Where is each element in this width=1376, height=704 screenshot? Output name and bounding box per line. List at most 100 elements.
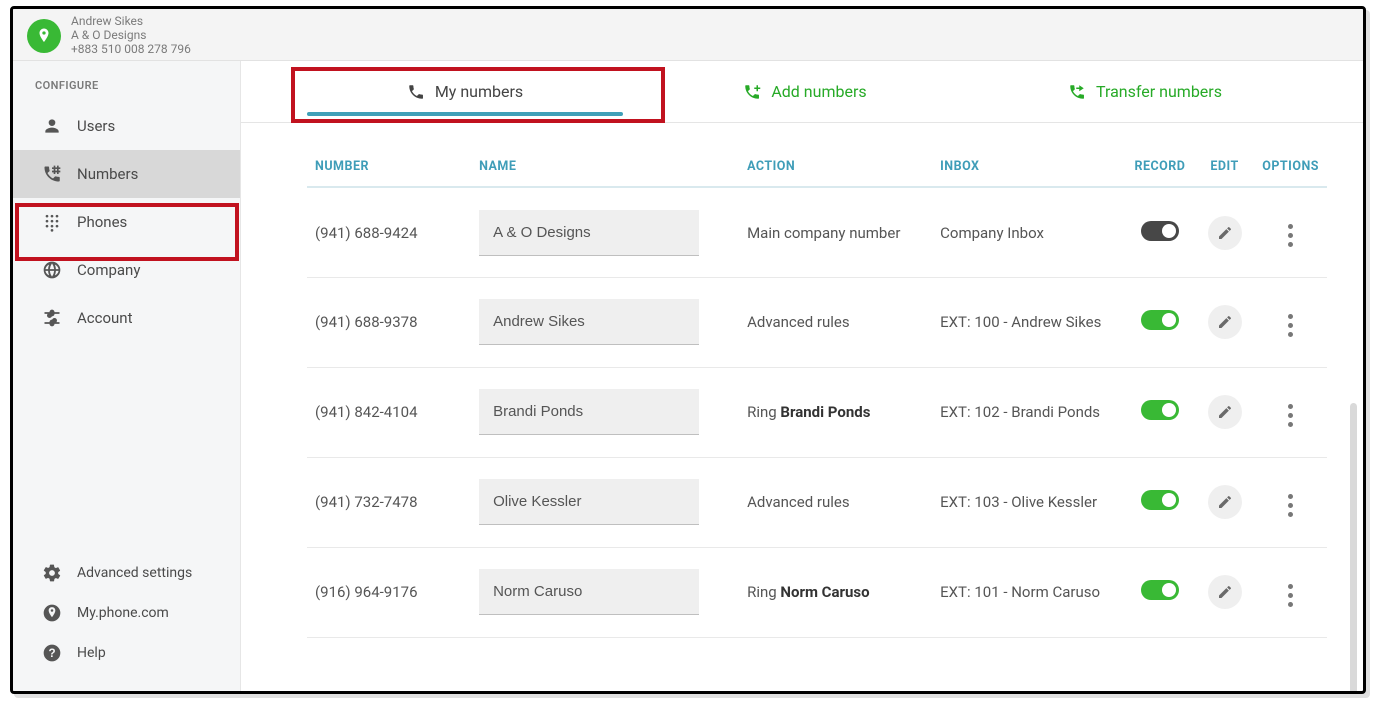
scrollbar[interactable] bbox=[1350, 403, 1357, 691]
action-prefix: Ring bbox=[747, 403, 780, 421]
action-prefix: Main company number bbox=[747, 224, 900, 242]
name-input[interactable] bbox=[479, 479, 699, 525]
sidebar-item-numbers[interactable]: Numbers bbox=[13, 150, 240, 198]
help-icon: ? bbox=[41, 643, 63, 663]
cell-record bbox=[1125, 367, 1195, 457]
sidebar-item-label: My.phone.com bbox=[77, 605, 169, 621]
th-options: OPTIONS bbox=[1254, 147, 1327, 187]
record-toggle[interactable] bbox=[1141, 221, 1179, 241]
sidebar-item-phones[interactable]: Phones bbox=[13, 198, 240, 246]
sidebar-item-advanced-settings[interactable]: Advanced settings bbox=[13, 553, 240, 593]
cell-options bbox=[1254, 367, 1327, 457]
header-info: Andrew Sikes A & O Designs +883 510 008 … bbox=[71, 15, 191, 56]
sidebar-item-account[interactable]: Account bbox=[13, 294, 240, 342]
number-text: (941) 688-9378 bbox=[315, 313, 418, 331]
cell-action: Ring Norm Caruso bbox=[739, 547, 932, 637]
number-text: (941) 842-4104 bbox=[315, 403, 418, 421]
options-button[interactable] bbox=[1276, 490, 1306, 520]
inbox-text: EXT: 101 - Norm Caruso bbox=[940, 583, 1100, 601]
cell-number: (916) 964-9176 bbox=[307, 547, 471, 637]
svg-text:?: ? bbox=[48, 647, 55, 660]
options-button[interactable] bbox=[1276, 310, 1306, 340]
tab-add-numbers[interactable]: Add numbers bbox=[635, 61, 975, 122]
sliders-icon bbox=[41, 308, 63, 328]
sidebar-item-users[interactable]: Users bbox=[13, 102, 240, 150]
edit-button[interactable] bbox=[1208, 305, 1242, 339]
header-user-name: Andrew Sikes bbox=[71, 15, 191, 29]
sidebar-item-label: Account bbox=[77, 309, 133, 327]
cell-inbox: Company Inbox bbox=[932, 187, 1125, 277]
pencil-icon bbox=[1217, 584, 1233, 600]
cell-action: Advanced rules bbox=[739, 457, 932, 547]
cell-name bbox=[471, 547, 739, 637]
brand-logo[interactable] bbox=[27, 19, 61, 53]
cell-inbox: EXT: 100 - Andrew Sikes bbox=[932, 277, 1125, 367]
edit-button[interactable] bbox=[1208, 395, 1242, 429]
table-row: (941) 732-7478 Advanced rules EXT: 103 -… bbox=[307, 457, 1327, 547]
sidebar-item-company[interactable]: Company bbox=[13, 246, 240, 294]
sidebar-item-help[interactable]: ? Help bbox=[13, 633, 240, 673]
number-text: (941) 732-7478 bbox=[315, 493, 418, 511]
th-edit: EDIT bbox=[1195, 147, 1254, 187]
action-bold: Norm Caruso bbox=[780, 583, 869, 601]
tabs: My numbers Add numbers Transfer numbers bbox=[241, 61, 1363, 123]
options-button[interactable] bbox=[1276, 400, 1306, 430]
options-button[interactable] bbox=[1276, 580, 1306, 610]
action-bold: Brandi Ponds bbox=[780, 403, 870, 421]
action-prefix: Advanced rules bbox=[747, 493, 850, 511]
numbers-table: NUMBER NAME ACTION INBOX RECORD EDIT OPT… bbox=[307, 147, 1327, 638]
record-toggle[interactable] bbox=[1141, 400, 1179, 420]
name-input[interactable] bbox=[479, 569, 699, 615]
edit-button[interactable] bbox=[1208, 216, 1242, 250]
cell-number: (941) 688-9378 bbox=[307, 277, 471, 367]
tab-label: Add numbers bbox=[771, 82, 866, 101]
table-row: (916) 964-9176 Ring Norm Caruso EXT: 101… bbox=[307, 547, 1327, 637]
edit-button[interactable] bbox=[1208, 485, 1242, 519]
header-strip: Andrew Sikes A & O Designs +883 510 008 … bbox=[13, 9, 1363, 61]
record-toggle[interactable] bbox=[1141, 310, 1179, 330]
header-company-name: A & O Designs bbox=[71, 29, 191, 43]
pencil-icon bbox=[1217, 314, 1233, 330]
main-content: My numbers Add numbers Transfer numbers bbox=[241, 61, 1363, 691]
sidebar: CONFIGURE Users Numbers bbox=[13, 61, 241, 691]
cell-edit bbox=[1195, 367, 1254, 457]
table-wrap: NUMBER NAME ACTION INBOX RECORD EDIT OPT… bbox=[241, 123, 1363, 691]
name-input[interactable] bbox=[479, 299, 699, 345]
cell-action: Advanced rules bbox=[739, 277, 932, 367]
tab-my-numbers[interactable]: My numbers bbox=[295, 61, 635, 122]
action-prefix: Ring bbox=[747, 583, 780, 601]
dialpad-icon bbox=[41, 212, 63, 232]
name-input[interactable] bbox=[479, 210, 699, 256]
inbox-text: EXT: 102 - Brandi Ponds bbox=[940, 403, 1100, 421]
record-toggle[interactable] bbox=[1141, 490, 1179, 510]
th-inbox: INBOX bbox=[932, 147, 1125, 187]
cell-edit bbox=[1195, 187, 1254, 277]
cell-name bbox=[471, 367, 739, 457]
phone-hash-icon bbox=[41, 164, 63, 184]
edit-button[interactable] bbox=[1208, 575, 1242, 609]
table-header-row: NUMBER NAME ACTION INBOX RECORD EDIT OPT… bbox=[307, 147, 1327, 187]
options-button[interactable] bbox=[1276, 220, 1306, 250]
tab-underline bbox=[307, 112, 623, 116]
record-toggle[interactable] bbox=[1141, 580, 1179, 600]
sidebar-item-label: Numbers bbox=[77, 165, 138, 183]
pencil-icon bbox=[1217, 225, 1233, 241]
tab-label: My numbers bbox=[435, 82, 523, 101]
pin-icon bbox=[35, 27, 53, 45]
gear-icon bbox=[41, 563, 63, 583]
header-phone-number: +883 510 008 278 796 bbox=[71, 43, 191, 57]
sidebar-item-my-phone-com[interactable]: My.phone.com bbox=[13, 593, 240, 633]
cell-number: (941) 732-7478 bbox=[307, 457, 471, 547]
tab-transfer-numbers[interactable]: Transfer numbers bbox=[975, 61, 1315, 122]
phone-arrow-icon bbox=[1068, 83, 1086, 101]
name-input[interactable] bbox=[479, 389, 699, 435]
sidebar-item-label: Phones bbox=[77, 213, 127, 231]
cell-name bbox=[471, 457, 739, 547]
cell-number: (941) 842-4104 bbox=[307, 367, 471, 457]
number-text: (916) 964-9176 bbox=[315, 583, 418, 601]
cell-edit bbox=[1195, 547, 1254, 637]
cell-inbox: EXT: 102 - Brandi Ponds bbox=[932, 367, 1125, 457]
cell-record bbox=[1125, 457, 1195, 547]
th-action: ACTION bbox=[739, 147, 932, 187]
cell-name bbox=[471, 187, 739, 277]
